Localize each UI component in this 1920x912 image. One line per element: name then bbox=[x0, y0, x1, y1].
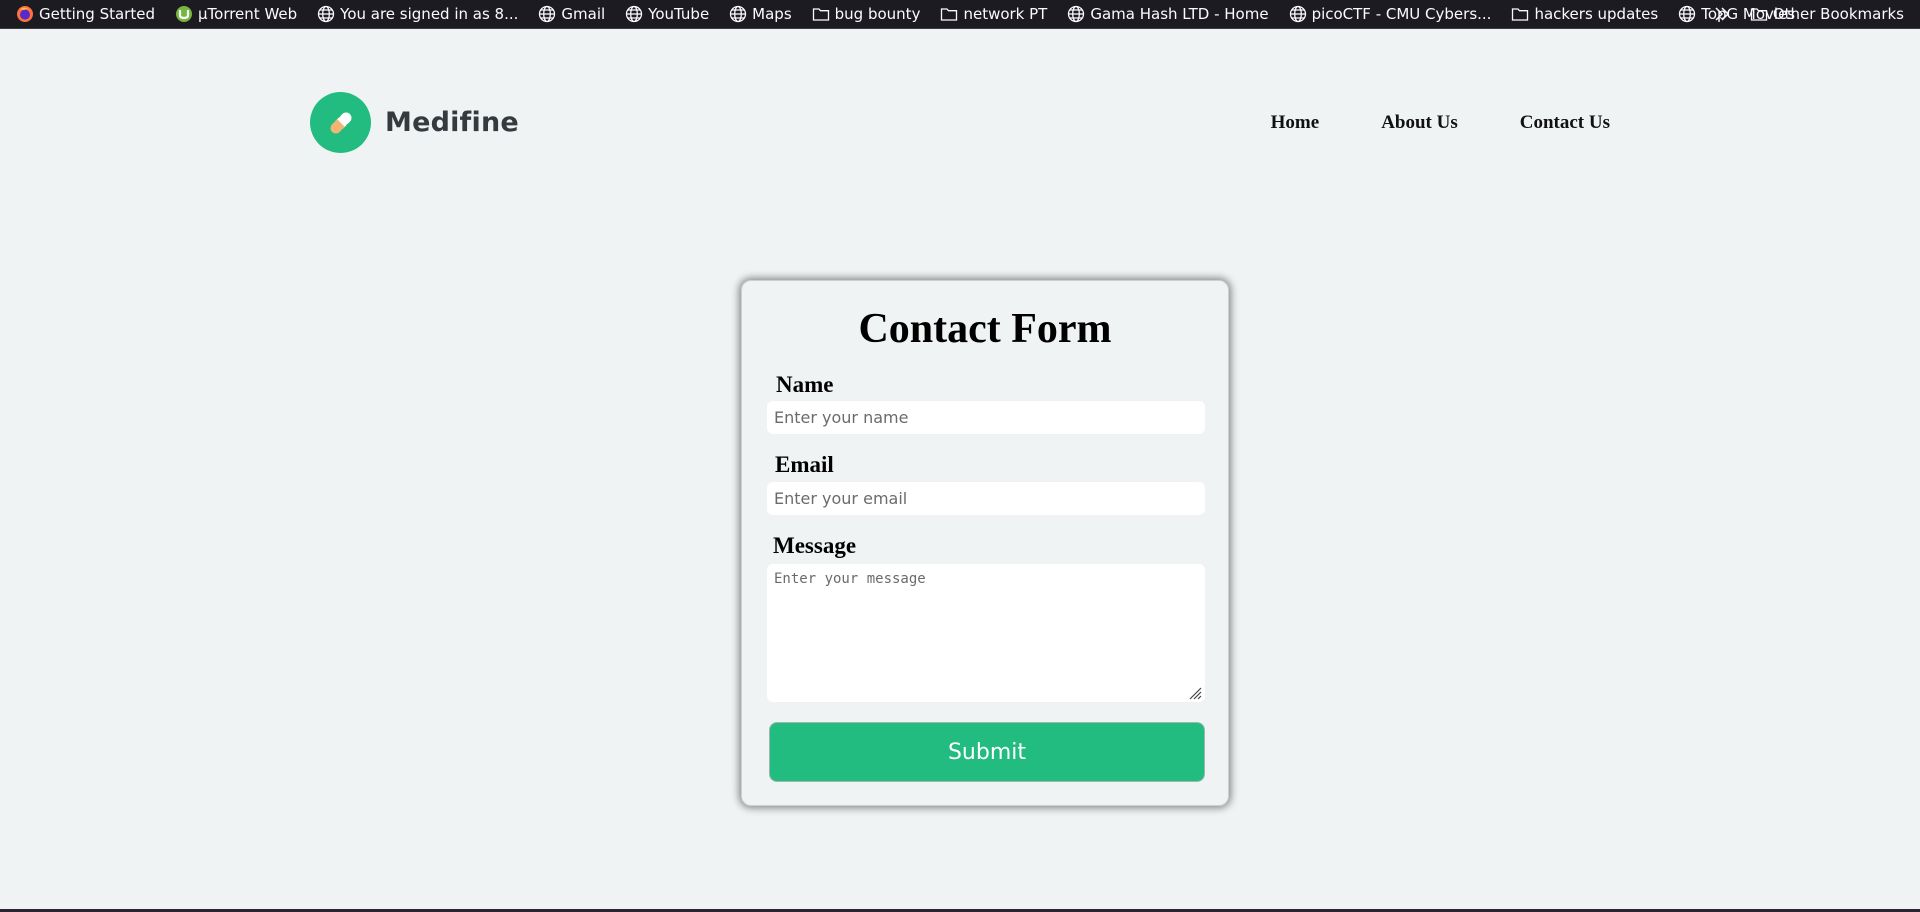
email-label: Email bbox=[775, 452, 834, 477]
folder-icon bbox=[1511, 5, 1529, 23]
globe-icon bbox=[1289, 5, 1307, 23]
bookmark-getting-started[interactable]: Getting Started bbox=[14, 2, 157, 26]
message-label: Message bbox=[773, 533, 857, 558]
bookmark-other-bookmarks[interactable]: Other Bookmarks bbox=[1748, 2, 1906, 26]
bookmark-label: Getting Started bbox=[39, 5, 155, 23]
bookmark-label: µTorrent Web bbox=[197, 5, 298, 23]
bookmark-label: network PT bbox=[963, 5, 1048, 23]
name-label: Name bbox=[776, 372, 834, 397]
bookmark-gama-hash[interactable]: Gama Hash LTD - Home bbox=[1065, 2, 1270, 26]
bookmark-picoctf[interactable]: picoCTF - CMU Cybers... bbox=[1287, 2, 1494, 26]
bookmark-signed-in[interactable]: You are signed in as 8... bbox=[315, 2, 520, 26]
folder-icon bbox=[812, 5, 830, 23]
firefox-icon bbox=[16, 5, 34, 23]
bookmark-label: hackers updates bbox=[1534, 5, 1659, 23]
bookmark-label: Other Bookmarks bbox=[1772, 5, 1904, 23]
bookmark-folder-network-pt[interactable]: network PT bbox=[938, 2, 1049, 26]
email-input[interactable] bbox=[767, 482, 1205, 515]
globe-icon bbox=[538, 5, 556, 23]
message-textarea[interactable] bbox=[767, 564, 1205, 702]
bookmark-utorrent-web[interactable]: µTorrent Web bbox=[173, 2, 299, 26]
site-header: Medifine Home About Us Contact Us bbox=[310, 92, 1610, 156]
bookmark-youtube[interactable]: YouTube bbox=[623, 2, 711, 26]
globe-icon bbox=[729, 5, 747, 23]
globe-icon bbox=[317, 5, 335, 23]
nav-contact-us[interactable]: Contact Us bbox=[1520, 112, 1610, 134]
name-input[interactable] bbox=[767, 401, 1205, 434]
bookmark-label: Gmail bbox=[561, 5, 606, 23]
nav-about-us[interactable]: About Us bbox=[1381, 112, 1458, 134]
form-title: Contact Form bbox=[858, 306, 1112, 352]
folder-icon bbox=[940, 5, 958, 23]
bookmark-gmail[interactable]: Gmail bbox=[536, 2, 607, 26]
bookmark-label: Maps bbox=[752, 5, 792, 23]
globe-icon bbox=[1067, 5, 1085, 23]
bookmark-folder-hackers-updates[interactable]: hackers updates bbox=[1509, 2, 1660, 26]
bookmarks-toolbar: Getting Started µTorrent Web You are sig… bbox=[0, 0, 1920, 29]
pill-icon bbox=[310, 92, 371, 153]
brand[interactable]: Medifine bbox=[310, 92, 519, 153]
folder-icon bbox=[1750, 5, 1768, 23]
bookmark-label: Gama Hash LTD - Home bbox=[1090, 5, 1269, 23]
globe-icon bbox=[1678, 5, 1696, 23]
nav-home[interactable]: Home bbox=[1271, 112, 1320, 134]
utorrent-icon bbox=[175, 5, 193, 23]
resize-handle-icon[interactable] bbox=[1186, 684, 1202, 700]
bookmark-label: YouTube bbox=[648, 5, 710, 23]
bookmark-label: picoCTF - CMU Cybers... bbox=[1311, 5, 1492, 23]
bookmark-folder-bug-bounty[interactable]: bug bounty bbox=[810, 2, 923, 26]
bookmark-maps[interactable]: Maps bbox=[727, 2, 793, 26]
bookmarks-right-group: Other Bookmarks bbox=[1712, 0, 1906, 28]
double-chevron-right-icon[interactable] bbox=[1712, 4, 1732, 24]
globe-icon bbox=[625, 5, 643, 23]
submit-button[interactable]: Submit bbox=[769, 722, 1205, 782]
bookmark-label: bug bounty bbox=[834, 5, 921, 23]
bookmark-label: You are signed in as 8... bbox=[340, 5, 519, 23]
main-nav: Home About Us Contact Us bbox=[1209, 112, 1610, 134]
brand-name: Medifine bbox=[385, 107, 519, 138]
contact-form: Contact Form Name Email Message Submit bbox=[741, 280, 1229, 806]
